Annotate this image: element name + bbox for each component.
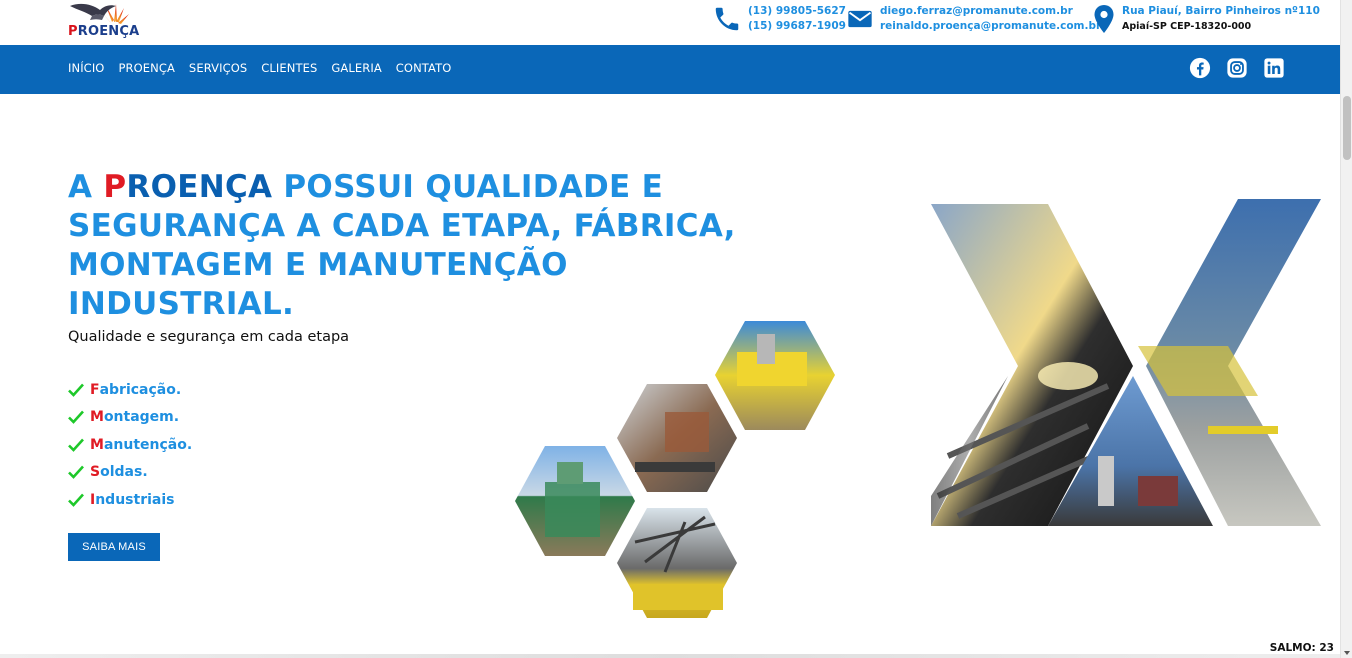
feature-text: oldas. [100,464,148,481]
logo-letters-rest: ROENÇA [77,24,140,39]
check-icon [68,410,84,425]
contact-phones: (13) 99805-5627 (15) 99687-1909 [712,4,846,34]
hero-brand-letter-p: P [103,169,127,205]
feature-item: Soldas. [68,459,192,487]
instagram-icon[interactable] [1226,57,1248,79]
mail-icon [848,10,872,28]
contact-emails: diego.ferraz@promanute.com.br reinaldo.p… [846,4,1101,34]
contact-address: Rua Piauí, Bairro Pinheiros nº110 Apiaí-… [1092,4,1320,34]
scroll-down-arrow-icon[interactable] [1344,651,1350,655]
email-2[interactable]: reinaldo.proença@promanute.com.br [880,19,1101,34]
hero-title-brand: PROENÇA [103,169,272,205]
feature-text: anutenção. [103,436,193,453]
top-bar: PROENÇA (13) 99805-5627 (15) 99687-1909 … [0,0,1340,45]
scrollbar-thumb[interactable] [1343,96,1351,160]
nav-item-servicos[interactable]: SERVIÇOS [189,61,247,75]
check-icon [68,465,84,480]
x-photo-collage [931,199,1321,526]
hex-photo-1 [515,446,635,556]
phone-icon [715,7,739,31]
main-nav: INÍCIO PROENÇA SERVIÇOS CLIENTES GALERIA… [0,45,1340,94]
next-section-edge [0,654,1340,658]
hero-title: A PROENÇA POSSUI QUALIDADE E SEGURANÇA A… [68,168,768,324]
saiba-mais-button[interactable]: SAIBA MAIS [68,533,160,561]
address-line-1: Rua Piauí, Bairro Pinheiros nº110 [1122,5,1320,17]
salmo-badge: SALMO: 23 [1269,642,1334,654]
feature-initial: S [90,464,101,481]
nav-item-contato[interactable]: CONTATO [396,61,452,75]
feature-item: Industriais [68,486,192,514]
page-scrollbar[interactable] [1340,0,1352,658]
feature-initial: M [90,409,104,426]
phone-1[interactable]: (13) 99805-5627 [748,4,846,19]
hex-photo-4 [617,508,737,618]
linkedin-icon[interactable] [1263,57,1285,79]
hex-photo-2 [617,384,737,492]
nav-menu: INÍCIO PROENÇA SERVIÇOS CLIENTES GALERIA… [68,61,451,75]
email-1[interactable]: diego.ferraz@promanute.com.br [880,4,1101,19]
feature-item: Fabricação. [68,376,192,404]
logo-letter-p: P [68,24,78,39]
nav-item-inicio[interactable]: INÍCIO [68,61,104,75]
logo-wordmark[interactable]: PROENÇA [68,24,139,39]
hero-subtitle: Qualidade e segurança em cada etapa [68,329,350,345]
phone-2[interactable]: (15) 99687-1909 [748,19,846,34]
nav-item-galeria[interactable]: GALERIA [331,61,381,75]
check-icon [68,383,84,397]
address-line-2: Apiaí-SP CEP-18320-000 [1122,21,1252,32]
check-icon [68,438,84,452]
nav-item-clientes[interactable]: CLIENTES [261,61,317,75]
feature-item: Montagem. [68,404,192,432]
feature-initial: F [90,381,100,398]
hero-title-article: A [68,169,104,205]
hex-photo-3 [715,321,835,430]
map-pin-icon [1094,5,1114,33]
feature-list: Fabricação. Montagem. Manutenção. Soldas… [68,376,192,514]
feature-text: abricação. [99,381,182,398]
check-icon [68,493,84,507]
facebook-icon[interactable] [1189,57,1211,79]
feature-initial: M [90,436,104,453]
feature-text: ontagem. [103,409,180,426]
feature-text: ndustriais [95,491,175,508]
hero-brand-rest: ROENÇA [126,169,273,205]
feature-item: Manutenção. [68,431,192,459]
nav-item-proenca[interactable]: PROENÇA [118,61,174,75]
hexagon-photo-collage [515,321,835,618]
